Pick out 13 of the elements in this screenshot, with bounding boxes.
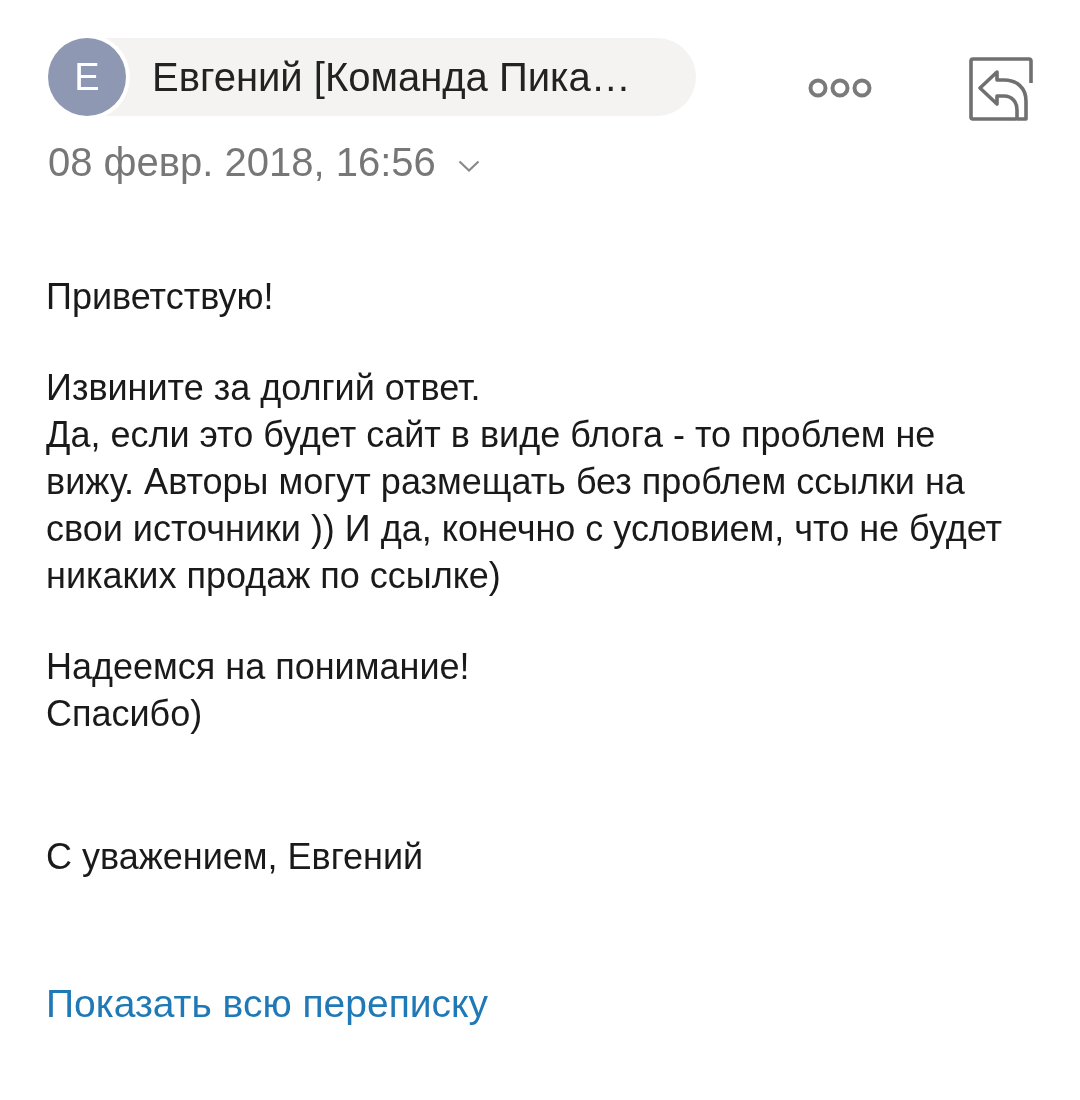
message-text: Спасибо) [46, 692, 204, 736]
message-text: Извините за долгий ответ. [46, 366, 482, 410]
avatar: Е [48, 38, 126, 116]
more-icon[interactable] [808, 78, 872, 98]
sender-chip[interactable]: Е Евгений [Команда Пика… [48, 38, 696, 116]
message-text: Приветствую! [46, 275, 275, 319]
date-button[interactable]: 08 февр. 2018, 16:56 [48, 138, 480, 186]
show-thread-link[interactable]: Показать всю переписку [46, 982, 489, 1025]
message-text: Да, если это будет сайт в виде блога - то проблем не вижу. Авторы могут размещать без проблем ссылки на свои источники )) И да, конечно с условием, что не будет никаких продаж по ссылке) [46, 413, 1004, 598]
chevron-down-icon [457, 160, 480, 172]
message-text: Надеемся на понимание! [46, 645, 471, 689]
signature-text: С уважением, Евгений [46, 835, 425, 879]
reply-icon[interactable] [968, 56, 1034, 122]
